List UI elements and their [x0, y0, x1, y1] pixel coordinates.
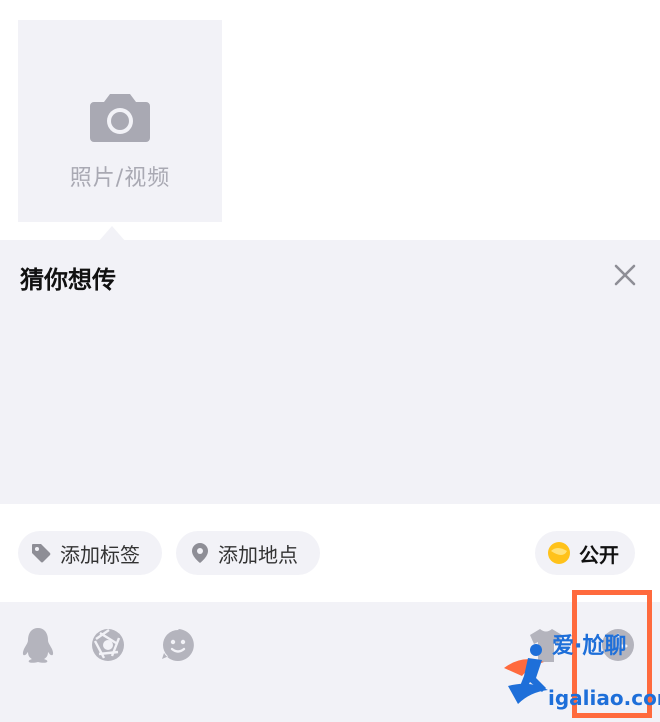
- tag-icon: [32, 544, 51, 563]
- privacy-public-button[interactable]: 公开: [535, 531, 635, 575]
- add-location-button[interactable]: 添加地点: [176, 531, 320, 575]
- emoji-icon[interactable]: [160, 626, 196, 664]
- add-tag-button[interactable]: 添加标签: [18, 531, 162, 575]
- add-tag-label: 添加标签: [60, 542, 140, 567]
- upload-label: 照片/视频: [69, 166, 171, 191]
- add-location-label: 添加地点: [218, 542, 298, 567]
- photo-video-upload-tile[interactable]: 照片/视频: [18, 20, 222, 222]
- aperture-icon[interactable]: [90, 626, 126, 664]
- public-globe-icon: [548, 542, 570, 564]
- location-pin-icon: [192, 543, 208, 563]
- close-icon[interactable]: [612, 262, 638, 288]
- suggestion-title: 猜你想传: [20, 266, 116, 294]
- camera-icon: [90, 94, 150, 142]
- watermark-cn: 爱·尬聊: [552, 634, 627, 659]
- qq-penguin-icon[interactable]: [20, 626, 56, 664]
- privacy-label: 公开: [579, 542, 619, 567]
- watermark-url: igaliao.com: [548, 686, 660, 710]
